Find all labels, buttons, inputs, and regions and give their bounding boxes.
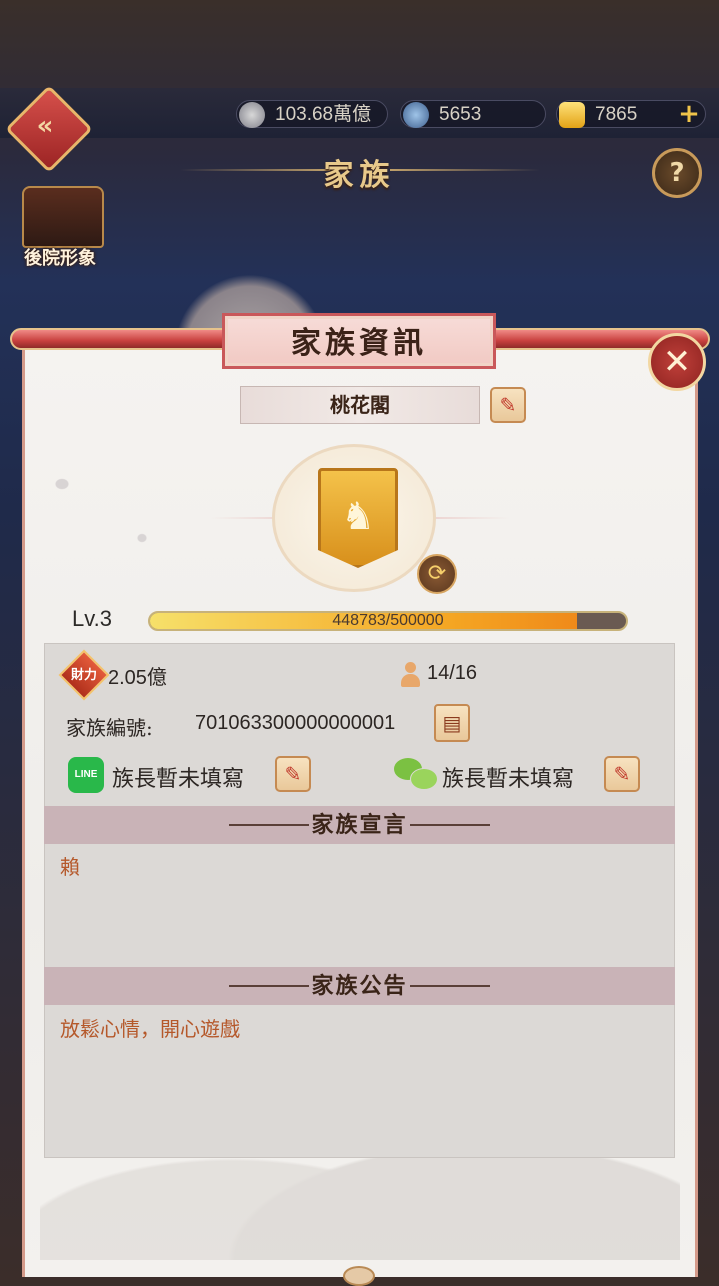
family-banner-icon: ♞ — [318, 468, 398, 568]
gem-counter: 5653 — [400, 100, 546, 128]
ornament-right — [410, 985, 490, 987]
backyard-image-button[interactable]: 後院形象 — [12, 186, 108, 276]
manifesto-text: 賴 — [60, 855, 80, 879]
gem-bag-icon — [403, 102, 429, 128]
coin-value: 103.68萬億 — [275, 104, 372, 125]
change-emblem-button[interactable]: ⟳ — [417, 554, 457, 594]
backyard-image-label: 後院形象 — [24, 248, 96, 269]
family-id-label: 家族編號: — [66, 716, 153, 740]
notice-header: 家族公告 — [44, 967, 675, 1005]
plum-branch-decoration — [22, 430, 222, 610]
help-button[interactable]: ? — [652, 148, 702, 198]
line-contact: 族長暫未填寫 — [112, 767, 245, 792]
ornament-right — [410, 824, 490, 826]
wechat-icon — [394, 756, 438, 792]
gem-value: 5653 — [439, 104, 482, 125]
scroll-bottom-knob — [343, 1266, 375, 1286]
back-arrow-icon[interactable]: « — [30, 112, 60, 140]
ornament-left — [229, 985, 309, 987]
edit-line-button[interactable]: ✎ — [275, 756, 311, 792]
family-name: 桃花閣 — [240, 386, 480, 424]
line-icon: LINE — [68, 757, 104, 793]
notice-text: 放鬆心情，開心遊戲 — [60, 1017, 240, 1041]
wealth-badge-label: 財力 — [70, 668, 97, 683]
manifesto-header: 家族宣言 — [44, 806, 675, 844]
wealth-value: 2.05億 — [108, 667, 167, 689]
close-button[interactable]: ✕ — [648, 333, 706, 391]
copy-id-button[interactable]: ▤ — [434, 704, 470, 742]
exp-progress-bar: 448783/500000 — [148, 611, 628, 631]
edit-name-button[interactable]: ✎ — [490, 387, 526, 423]
family-level: Lv.3 — [72, 606, 112, 631]
wechat-contact: 族長暫未填寫 — [442, 767, 575, 792]
notice-header-label: 家族公告 — [311, 973, 408, 999]
gold-ingot-icon — [559, 102, 585, 128]
coin-counter: 103.68萬億 — [236, 100, 388, 128]
pavilion-icon — [22, 186, 104, 248]
coin-icon — [239, 102, 265, 128]
ornament-left — [229, 824, 309, 826]
exp-progress-text: 448783/500000 — [332, 612, 444, 629]
member-count: 14/16 — [427, 662, 478, 684]
edit-wechat-button[interactable]: ✎ — [604, 756, 640, 792]
dialog-title: 家族資訊 — [222, 313, 496, 369]
member-icon — [400, 662, 420, 688]
manifesto-header-label: 家族宣言 — [311, 812, 408, 838]
add-gold-button[interactable]: + — [676, 101, 702, 127]
family-id-value: 701063300000000001 — [195, 712, 396, 734]
gold-value: 7865 — [595, 104, 638, 125]
